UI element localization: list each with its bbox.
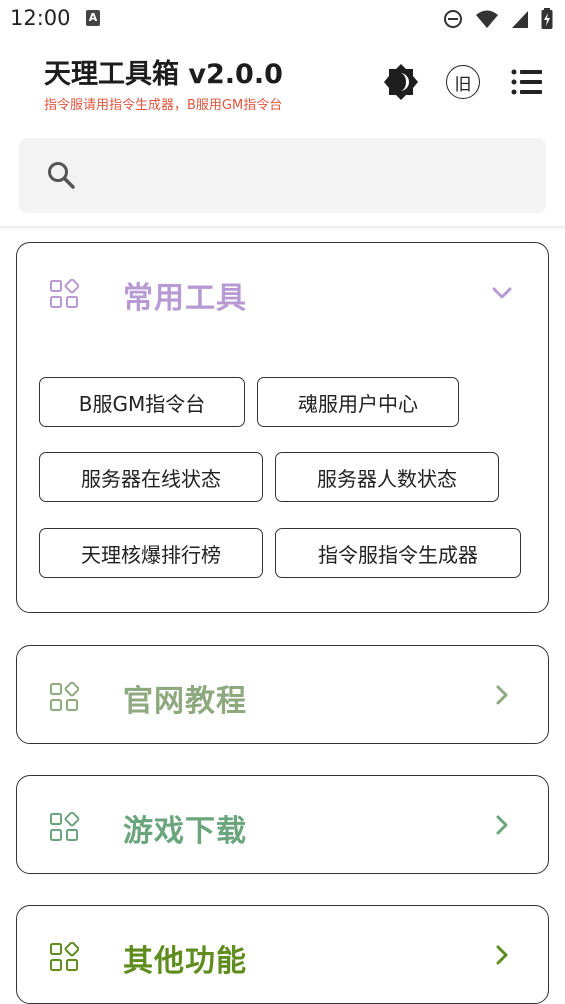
tool-chip-b-gm-console[interactable]: B服GM指令台 (39, 377, 245, 427)
section-header-common-tools[interactable]: 常用工具 (17, 243, 548, 341)
app-subtitle: 指令服请用指令生成器，B服用GM指令台 (44, 98, 283, 113)
grid-icon (50, 682, 79, 711)
chevron-right-icon (496, 945, 508, 965)
theme-toggle-button[interactable] (381, 62, 421, 102)
app-title: 天理工具箱 v2.0.0 (44, 59, 283, 90)
tool-chip-command-generator[interactable]: 指令服指令生成器 (275, 528, 521, 578)
app-header: 天理工具箱 v2.0.0 指令服请用指令生成器，B服用GM指令台 旧 (0, 38, 565, 128)
old-version-label: 旧 (454, 74, 472, 95)
status-time: 12:00 (10, 6, 71, 30)
search-bar[interactable] (19, 138, 546, 213)
section-title: 常用工具 (123, 281, 247, 316)
section-title: 游戏下载 (123, 814, 247, 849)
status-bar: 12:00 A (0, 0, 565, 38)
section-tutorials[interactable]: 官网教程 (16, 645, 549, 744)
a-letter-icon: A (86, 10, 100, 26)
tool-chip-server-online-status[interactable]: 服务器在线状态 (39, 452, 263, 502)
menu-icon (511, 69, 542, 95)
do-not-disturb-icon (444, 10, 462, 28)
old-version-button[interactable]: 旧 (443, 62, 483, 102)
wifi-icon (476, 10, 498, 28)
section-others[interactable]: 其他功能 (16, 905, 549, 1004)
tool-chip-server-player-count[interactable]: 服务器人数状态 (275, 452, 499, 502)
theme-toggle-icon (384, 64, 418, 100)
section-common-tools: 常用工具 B服GM指令台 魂服用户中心 服务器在线状态 服务器人数状态 天理核爆… (16, 242, 549, 613)
battery-icon (541, 8, 553, 29)
chevron-right-icon (496, 685, 508, 705)
old-version-icon: 旧 (446, 65, 480, 99)
section-downloads[interactable]: 游戏下载 (16, 775, 549, 874)
cell-signal-icon (512, 11, 528, 28)
grid-icon (50, 942, 79, 971)
tool-chip-ranking[interactable]: 天理核爆排行榜 (39, 528, 263, 578)
header-divider (0, 226, 565, 228)
chevron-down-icon (492, 287, 512, 299)
section-title: 官网教程 (123, 684, 247, 719)
tool-chip-soul-user-center[interactable]: 魂服用户中心 (257, 377, 459, 427)
section-title: 其他功能 (123, 944, 247, 979)
grid-icon (50, 812, 79, 841)
chevron-right-icon (496, 815, 508, 835)
grid-icon (50, 279, 79, 308)
search-icon (48, 162, 75, 189)
menu-button[interactable] (507, 62, 547, 102)
search-input[interactable] (89, 156, 529, 196)
